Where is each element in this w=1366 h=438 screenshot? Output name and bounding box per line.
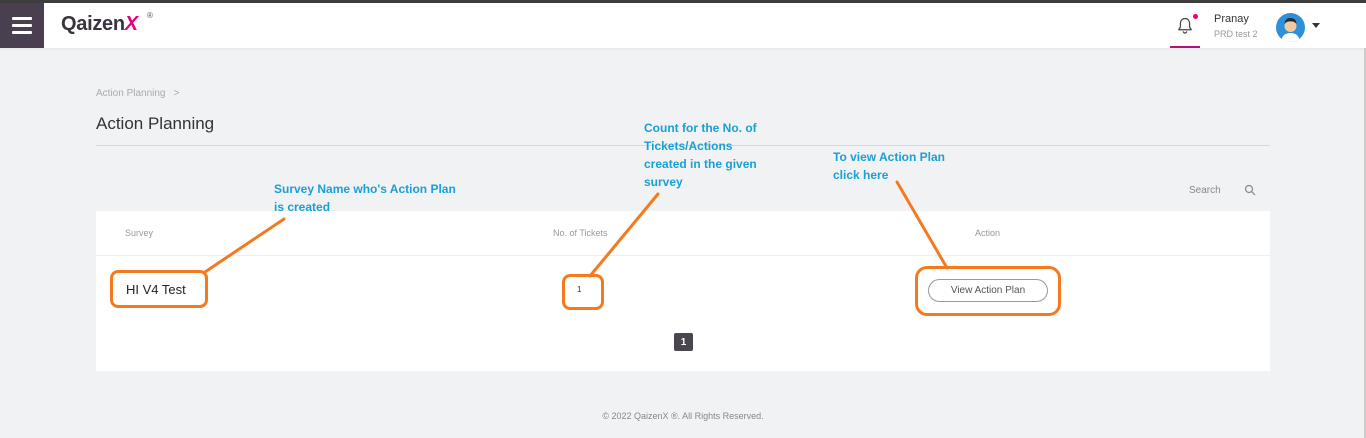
column-header-survey: Survey <box>125 228 154 238</box>
user-name: Pranay <box>1214 13 1249 25</box>
user-avatar[interactable] <box>1276 13 1305 42</box>
annotation-action-note: To view Action Plan click here <box>833 150 946 182</box>
column-header-action: Action <box>975 228 1001 238</box>
breadcrumb-item[interactable]: Action Planning <box>96 88 166 99</box>
breadcrumb-separator: > <box>173 88 180 99</box>
annotation-box-action <box>915 266 1061 316</box>
user-org: PRD test 2 <box>1214 29 1258 39</box>
bell-icon <box>1178 17 1192 34</box>
page-title: Action Planning <box>96 114 215 133</box>
pagination-page-1[interactable]: 1 <box>674 333 693 351</box>
search-icon[interactable] <box>1244 184 1256 196</box>
caret-down-icon[interactable] <box>1312 23 1320 28</box>
annotation-box-tickets <box>562 274 604 310</box>
annotation-survey-note: Survey Name who's Action Plan is created <box>274 182 456 214</box>
action-plan-table: Survey No. of Tickets Action HI V4 Test … <box>96 211 1270 371</box>
notification-dot <box>1193 14 1198 19</box>
breadcrumb: Action Planning > <box>96 88 179 99</box>
hamburger-icon[interactable] <box>0 3 44 48</box>
logo[interactable]: QaizenX ® <box>61 11 153 39</box>
search-input[interactable]: Search <box>1189 185 1221 196</box>
annotation-box-survey <box>110 270 208 308</box>
annotation-tickets-note: Count for the No. of Tickets/Actions cre… <box>644 121 757 189</box>
top-header: QaizenX ® Pranay PRD test 2 <box>0 3 1366 48</box>
column-header-tickets: No. of Tickets <box>553 228 608 238</box>
header-divider <box>96 255 1270 256</box>
notification-bell[interactable] <box>1170 6 1200 48</box>
footer-copyright: © 2022 QaizenX ®. All Rights Reserved. <box>602 411 764 421</box>
